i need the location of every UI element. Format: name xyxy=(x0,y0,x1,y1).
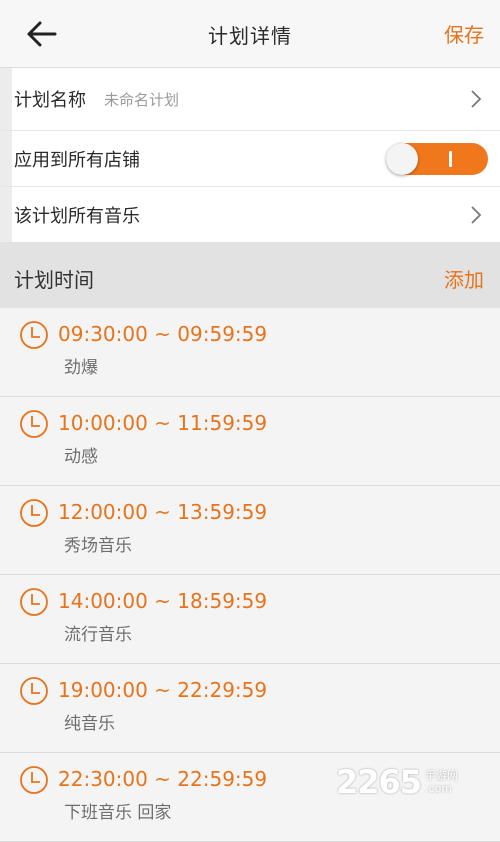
time-range: 10:00:00 ~ 11:59:59 xyxy=(58,411,268,435)
time-range: 12:00:00 ~ 13:59:59 xyxy=(58,500,268,524)
all-music-label: 该计划所有音乐 xyxy=(14,205,140,227)
chevron-right-icon xyxy=(471,90,482,108)
time-range: 09:30:00 ~ 09:59:59 xyxy=(58,322,268,346)
add-button[interactable]: 添加 xyxy=(444,264,484,293)
music-category: 动感 xyxy=(64,447,98,467)
clock-icon xyxy=(20,588,48,616)
watermark-domain: .com xyxy=(425,782,453,795)
schedule-section-header: 计划时间 添加 xyxy=(0,242,500,308)
watermark-logo-text: 手游网 .com xyxy=(425,769,458,795)
time-range: 14:00:00 ~ 18:59:59 xyxy=(58,589,268,613)
plan-name-row[interactable]: 计划名称 未命名计划 xyxy=(0,68,500,131)
time-range: 22:30:00 ~ 22:59:59 xyxy=(58,767,268,791)
section-title: 计划时间 xyxy=(14,268,94,292)
plan-name-value: 未命名计划 xyxy=(104,90,180,109)
site-watermark: 2265 手游网 .com xyxy=(336,762,496,802)
schedule-item[interactable]: 12:00:00 ~ 13:59:59 秀场音乐 xyxy=(0,486,500,575)
toggle-on-indicator xyxy=(449,150,452,167)
time-range: 19:00:00 ~ 22:29:59 xyxy=(58,678,268,702)
save-button[interactable]: 保存 xyxy=(444,19,484,48)
clock-icon xyxy=(20,766,48,794)
chevron-right-icon xyxy=(471,205,482,224)
apply-all-stores-label: 应用到所有店铺 xyxy=(14,149,140,171)
apply-all-stores-toggle[interactable] xyxy=(386,142,488,175)
music-category: 流行音乐 xyxy=(64,625,132,645)
clock-icon xyxy=(20,677,48,705)
music-category: 秀场音乐 xyxy=(64,536,132,556)
plan-settings: 计划名称 未命名计划 应用到所有店铺 该计划所有音乐 xyxy=(0,68,500,242)
watermark-site-name: 手游网 xyxy=(425,769,459,782)
music-category: 劲爆 xyxy=(64,358,98,378)
music-category: 纯音乐 xyxy=(64,714,115,734)
page-title: 计划详情 xyxy=(208,24,292,48)
schedule-item[interactable]: 19:00:00 ~ 22:29:59 纯音乐 xyxy=(0,664,500,753)
plan-name-label: 计划名称 xyxy=(14,90,86,111)
apply-all-stores-row: 应用到所有店铺 xyxy=(0,131,500,187)
schedule-item[interactable]: 14:00:00 ~ 18:59:59 流行音乐 xyxy=(0,575,500,664)
all-music-row[interactable]: 该计划所有音乐 xyxy=(0,187,500,242)
clock-icon xyxy=(20,410,48,438)
clock-icon xyxy=(20,321,48,349)
toggle-knob xyxy=(386,142,418,175)
music-category: 下班音乐 回家 xyxy=(64,803,172,823)
clock-icon xyxy=(20,499,48,527)
schedule-item[interactable]: 10:00:00 ~ 11:59:59 动感 xyxy=(0,397,500,486)
schedule-item[interactable]: 09:30:00 ~ 09:59:59 劲爆 xyxy=(0,308,500,397)
top-bar: 计划详情 保存 xyxy=(0,0,500,68)
watermark-logo-number: 2265 xyxy=(336,763,422,801)
